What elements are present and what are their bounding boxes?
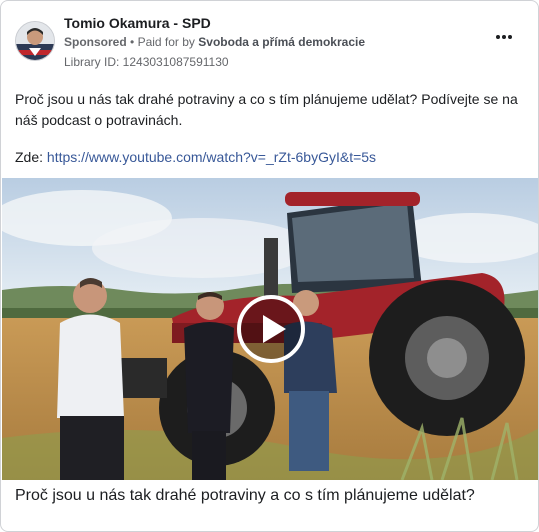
ad-header: Tomio Okamura - SPD Sponsored • Paid for… bbox=[13, 13, 526, 73]
paid-for-label: Paid for by bbox=[137, 35, 195, 49]
link-line: Zde: https://www.youtube.com/watch?v=_rZ… bbox=[15, 149, 376, 165]
video-thumbnail[interactable] bbox=[2, 178, 538, 480]
play-icon[interactable] bbox=[236, 294, 306, 364]
meta-separator: • bbox=[130, 35, 135, 49]
youtube-link[interactable]: https://www.youtube.com/watch?v=_rZt-6by… bbox=[47, 149, 376, 165]
library-id: Library ID: 1243031087591130 bbox=[64, 55, 229, 69]
avatar[interactable] bbox=[15, 21, 55, 61]
ad-card: Tomio Okamura - SPD Sponsored • Paid for… bbox=[0, 0, 539, 532]
sponsored-label: Sponsored bbox=[64, 35, 127, 49]
sponsor-line: Sponsored • Paid for by Svoboda a přímá … bbox=[64, 35, 365, 49]
more-options-icon[interactable] bbox=[496, 31, 516, 43]
ad-body-text: Proč jsou u nás tak drahé potraviny a co… bbox=[15, 91, 518, 128]
play-button-graphic bbox=[237, 295, 305, 363]
link-prefix: Zde: bbox=[15, 149, 44, 165]
payer-name[interactable]: Svoboda a přímá demokracie bbox=[198, 35, 365, 49]
more-dot bbox=[496, 35, 500, 39]
more-dot bbox=[508, 35, 512, 39]
video-caption[interactable]: Proč jsou u nás tak drahé potraviny a co… bbox=[15, 487, 475, 505]
page-name[interactable]: Tomio Okamura - SPD bbox=[64, 15, 211, 31]
more-dot bbox=[502, 35, 506, 39]
page-avatar-image bbox=[16, 22, 54, 60]
